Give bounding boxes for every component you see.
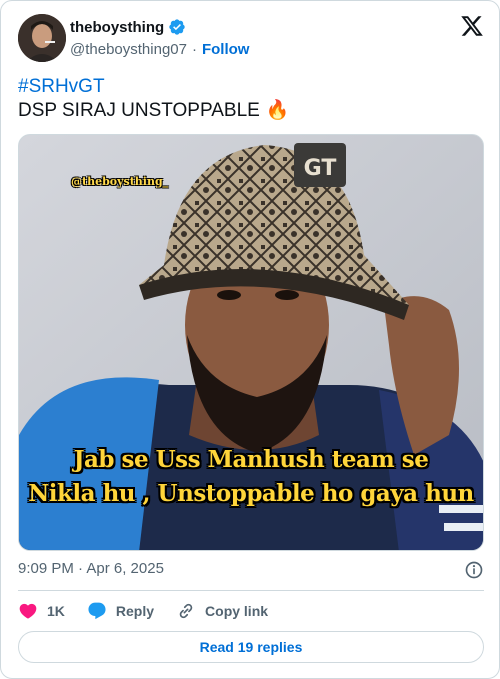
like-count: 1K bbox=[47, 603, 65, 619]
tweet-media[interactable]: GT @theboysthing_ Jab se Uss Manhush tea… bbox=[18, 134, 484, 551]
info-icon[interactable] bbox=[464, 560, 484, 580]
display-name[interactable]: theboysthing bbox=[70, 19, 164, 36]
tweet-body: DSP SIRAJ UNSTOPPABLE bbox=[18, 100, 260, 121]
name-row: theboysthing bbox=[70, 18, 186, 36]
cap-logo-text: GT bbox=[304, 156, 337, 181]
link-icon bbox=[179, 603, 193, 619]
action-bar: 1K Reply Copy link bbox=[18, 599, 290, 623]
x-logo-icon[interactable] bbox=[460, 14, 484, 38]
tweet-text: #SRHvGT DSP SIRAJ UNSTOPPABLE 🔥 bbox=[18, 75, 484, 123]
tweet-meta: 9:09 PM · Apr 6, 2025 bbox=[18, 560, 484, 580]
reply-bubble-icon bbox=[88, 602, 106, 620]
meme-caption-line-2: Nikla hu , Unstoppable ho gaya hun bbox=[28, 480, 474, 507]
read-replies-button[interactable]: Read 19 replies bbox=[18, 631, 484, 663]
avatar[interactable] bbox=[18, 14, 66, 62]
tweet-header: theboysthing @theboysthing07 · Follow bbox=[18, 14, 484, 62]
watermark-text: @theboysthing_ bbox=[71, 175, 169, 188]
separator-dot: · bbox=[191, 41, 197, 58]
hashtag-link[interactable]: #SRHvGT bbox=[18, 75, 484, 99]
handle-row: @theboysthing07 · Follow bbox=[70, 41, 249, 58]
verified-badge-icon bbox=[169, 19, 185, 35]
meme-caption-line-1: Jab se Uss Manhush team se bbox=[73, 446, 429, 473]
avatar-image bbox=[18, 14, 66, 62]
timestamp-link[interactable]: 9:09 PM · Apr 6, 2025 bbox=[18, 560, 164, 577]
fire-emoji-icon: 🔥 bbox=[265, 100, 290, 121]
copy-link-button[interactable]: Copy link bbox=[176, 601, 268, 621]
follow-button[interactable]: Follow bbox=[202, 41, 250, 58]
reply-button[interactable]: Reply bbox=[87, 601, 154, 621]
reply-label: Reply bbox=[115, 603, 155, 619]
divider bbox=[18, 590, 484, 591]
tweet-body-line: DSP SIRAJ UNSTOPPABLE 🔥 bbox=[18, 99, 484, 123]
heart-icon bbox=[19, 603, 37, 619]
like-button[interactable]: 1K bbox=[18, 601, 65, 621]
user-handle[interactable]: @theboysthing07 bbox=[70, 41, 187, 58]
tweet-card: theboysthing @theboysthing07 · Follow #S… bbox=[0, 0, 500, 679]
copy-link-label: Copy link bbox=[205, 603, 269, 619]
